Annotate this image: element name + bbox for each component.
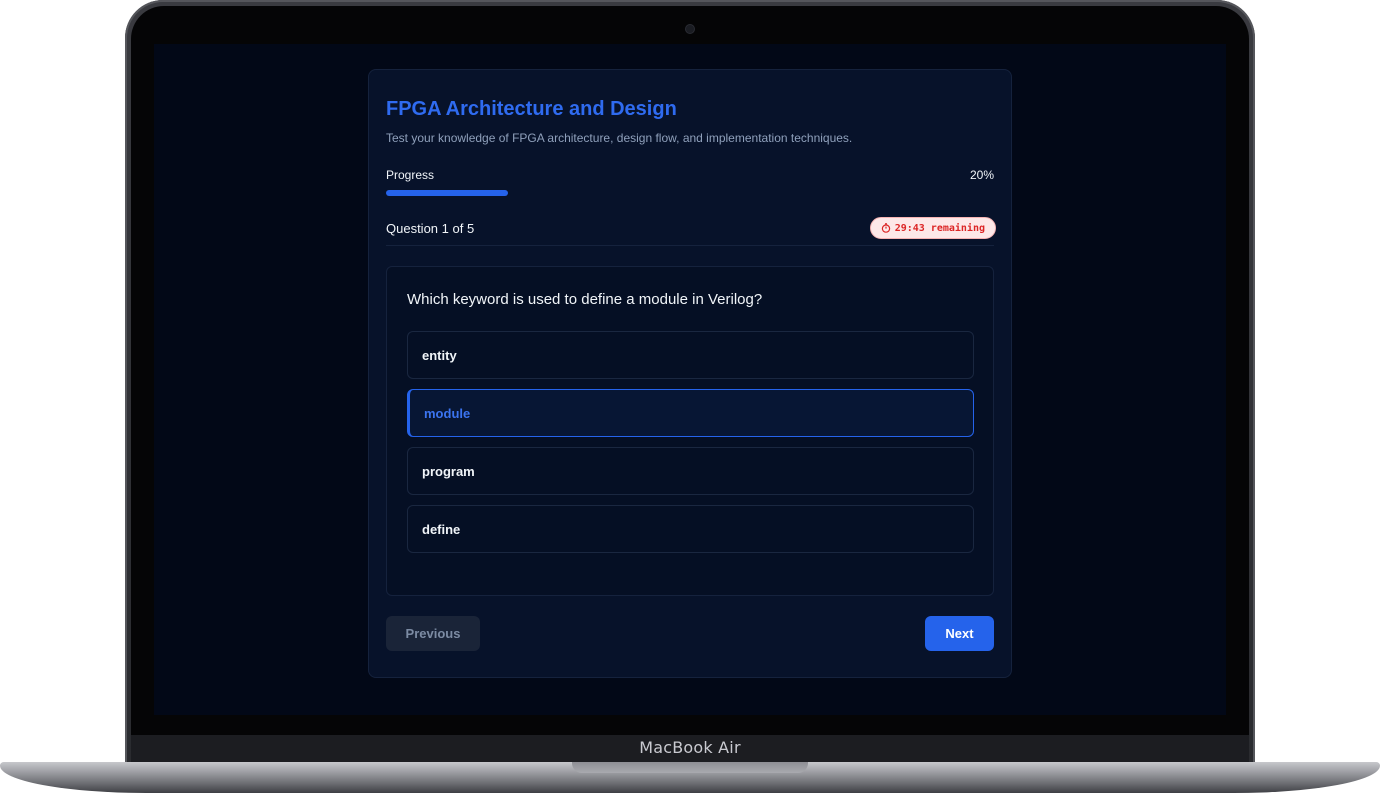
quiz-title: FPGA Architecture and Design [386, 98, 677, 120]
answer-option-label: define [422, 521, 461, 537]
answer-option-selected[interactable]: module [407, 389, 974, 437]
question-counter: Question 1 of 5 [386, 221, 475, 236]
laptop-base-notch [572, 762, 808, 773]
answer-option[interactable]: define [407, 505, 974, 553]
stopwatch-icon [881, 223, 891, 233]
previous-button[interactable]: Previous [386, 616, 480, 651]
camera-icon [686, 25, 694, 33]
timer-text: 29:43 remaining [894, 222, 985, 234]
quiz-card: FPGA Architecture and Design Test your k… [368, 69, 1012, 678]
progress-label: Progress [386, 168, 435, 182]
answer-option-label: entity [422, 347, 457, 363]
progress-bar-fill [386, 190, 508, 196]
answer-option-label: program [422, 463, 475, 479]
next-button[interactable]: Next [925, 616, 994, 651]
question-text: Which keyword is used to define a module… [407, 291, 763, 308]
progress-percent: 20% [969, 168, 994, 182]
progress-bar [386, 190, 994, 196]
device-brand-label: MacBook Air [639, 738, 741, 757]
answer-option[interactable]: entity [407, 331, 974, 379]
question-panel: Which keyword is used to define a module… [386, 266, 994, 596]
answer-option-label: module [424, 405, 471, 421]
quiz-subtitle: Test your knowledge of FPGA architecture… [386, 131, 853, 145]
timer-badge: 29:43 remaining [869, 217, 996, 239]
screen: FPGA Architecture and Design Test your k… [154, 44, 1226, 715]
answer-option[interactable]: program [407, 447, 974, 495]
header-divider [386, 245, 994, 246]
